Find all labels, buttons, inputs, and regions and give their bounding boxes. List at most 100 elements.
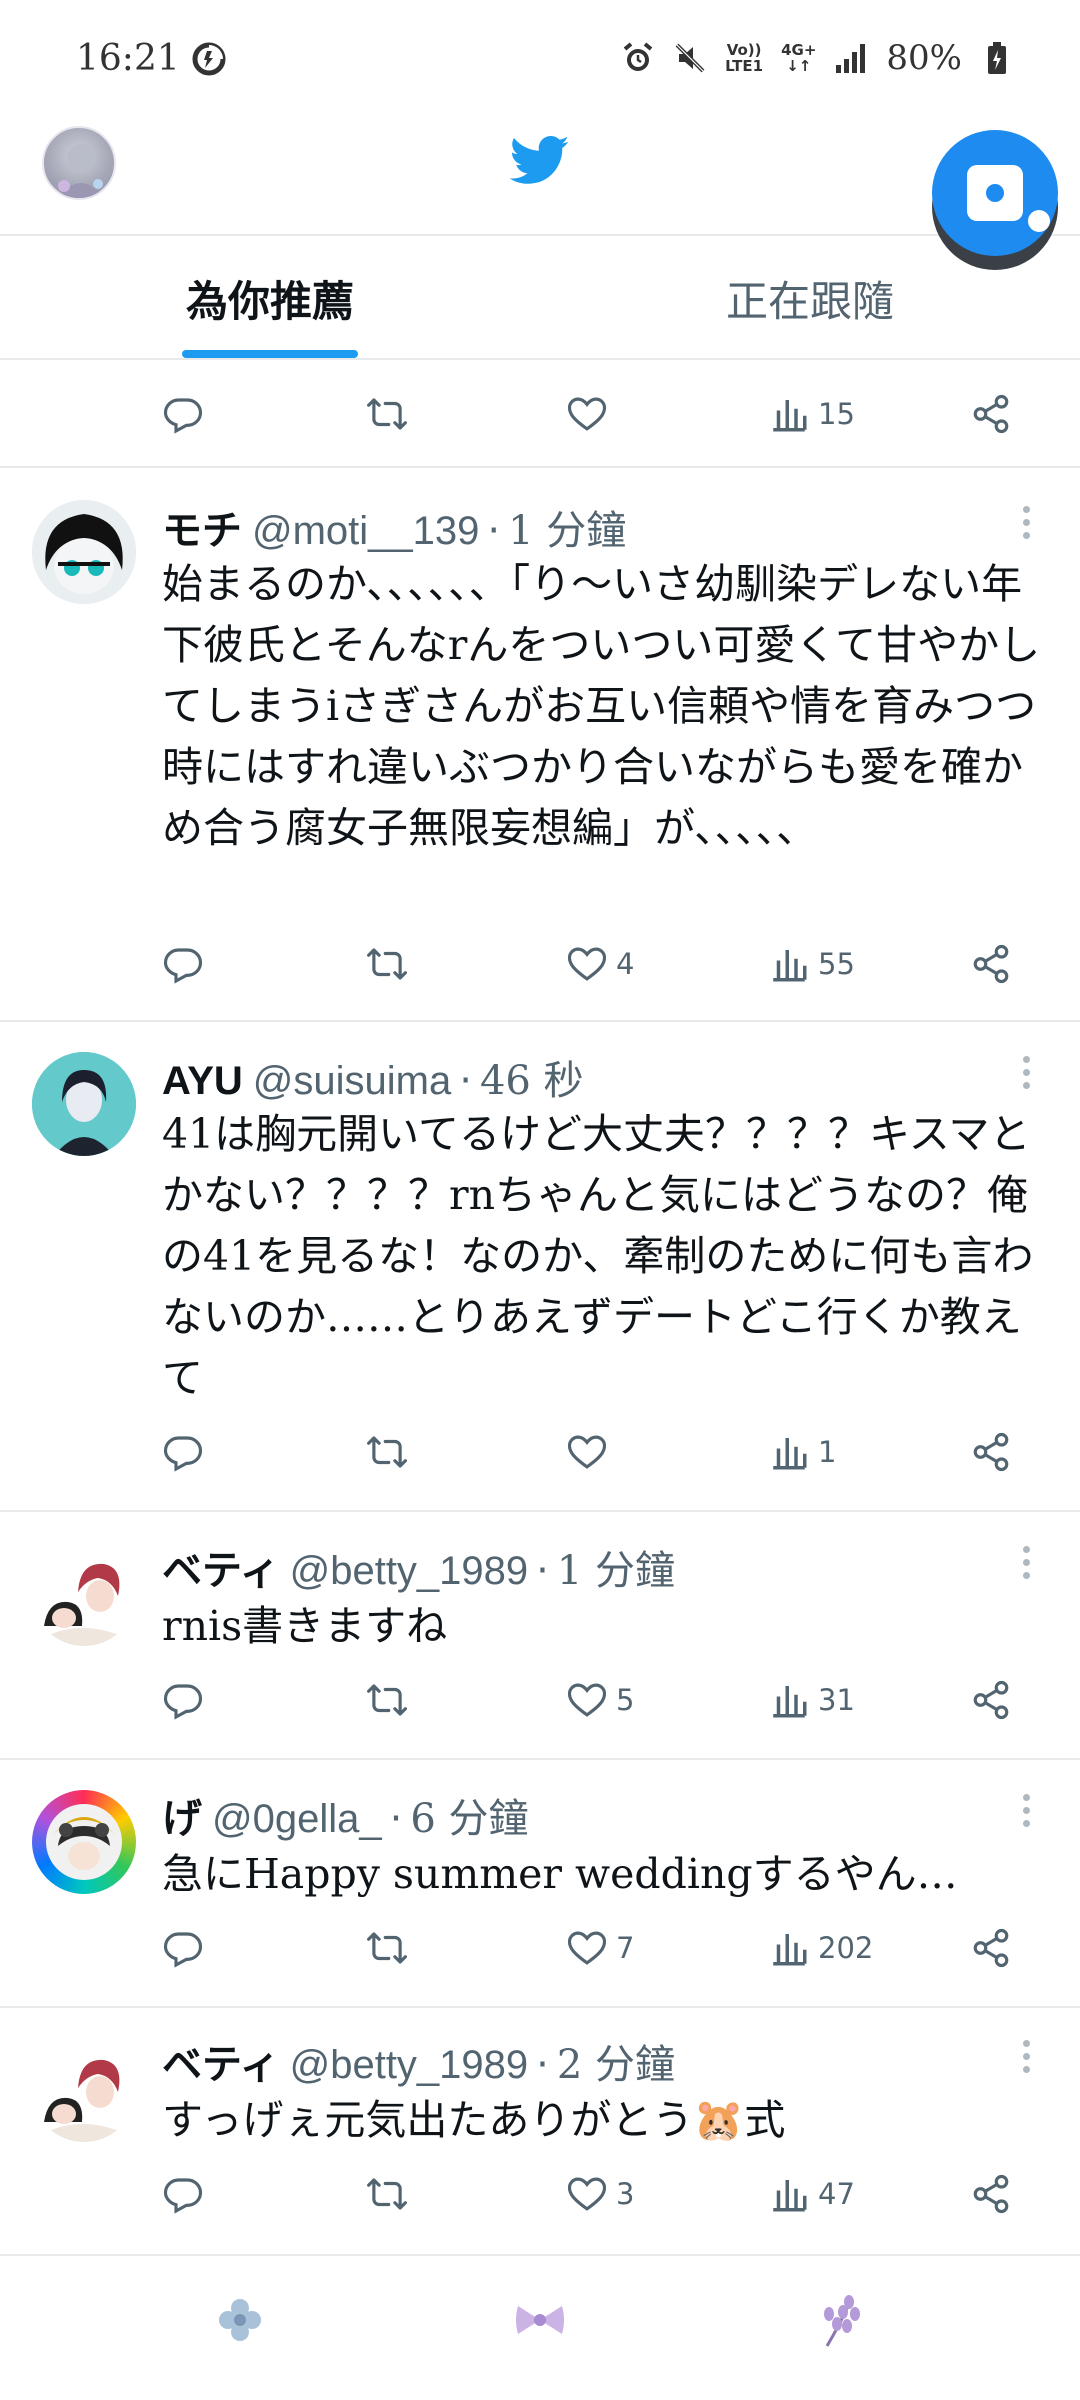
retweet-button[interactable] xyxy=(366,1918,408,1978)
retweet-button[interactable] xyxy=(366,384,408,444)
views-button[interactable]: 15 xyxy=(768,384,855,444)
retweet-icon xyxy=(367,1684,407,1716)
reply-button[interactable] xyxy=(162,1918,204,1978)
tweet-time[interactable]: 46 秒 xyxy=(480,1048,584,1106)
like-count: 5 xyxy=(616,1683,635,1717)
share-icon xyxy=(973,1680,1009,1720)
tweet-time[interactable]: 1 分鐘 xyxy=(508,498,626,556)
like-button[interactable]: 4 xyxy=(566,934,634,994)
avatar[interactable] xyxy=(32,500,136,604)
tweet-actions: 5 31 xyxy=(160,1670,1020,1730)
author-name[interactable]: AYU xyxy=(162,1059,243,1104)
author-handle[interactable]: @betty_1989 xyxy=(290,2043,529,2088)
like-button[interactable]: 7 xyxy=(566,1918,634,1978)
more-options-icon[interactable] xyxy=(1020,2040,1032,2073)
author-name[interactable]: ベティ xyxy=(162,2032,280,2090)
battery-icon xyxy=(980,41,1014,75)
network-top: Vo)) xyxy=(726,41,762,59)
tweet[interactable]: AYU @suisuima · 46 秒 41は胸元開いてるけど大丈夫？？？？キ… xyxy=(0,1022,1080,1510)
author-handle[interactable]: @betty_1989 xyxy=(290,1549,529,1594)
home-flower-icon[interactable] xyxy=(210,2290,270,2350)
author-name[interactable]: モチ xyxy=(162,498,242,556)
reply-button[interactable] xyxy=(162,384,204,444)
data-arrows-icon: ↓↑ xyxy=(786,57,812,75)
views-button[interactable]: 55 xyxy=(768,934,855,994)
reply-icon xyxy=(163,948,203,984)
views-button[interactable]: 1 xyxy=(768,1422,836,1482)
views-button[interactable]: 202 xyxy=(768,1918,873,1978)
profile-avatar[interactable] xyxy=(42,126,116,200)
views-icon xyxy=(773,1686,807,1718)
author-name[interactable]: ベティ xyxy=(162,1538,280,1596)
retweet-button[interactable] xyxy=(366,1670,408,1730)
views-count: 15 xyxy=(818,397,855,431)
share-button[interactable] xyxy=(970,1670,1012,1730)
mobile-data-label: 4G+ xyxy=(781,41,817,59)
reply-button[interactable] xyxy=(162,1670,204,1730)
avatar[interactable] xyxy=(32,1542,136,1646)
retweet-button[interactable] xyxy=(366,2164,408,2224)
search-ribbon-icon[interactable] xyxy=(510,2290,570,2350)
author-handle[interactable]: @suisuima xyxy=(253,1059,451,1104)
avatar[interactable] xyxy=(32,1790,136,1894)
share-icon xyxy=(973,2174,1009,2214)
signal-icon xyxy=(834,41,868,75)
retweet-icon xyxy=(367,2178,407,2210)
share-button[interactable] xyxy=(970,934,1012,994)
views-button[interactable]: 31 xyxy=(768,1670,855,1730)
share-button[interactable] xyxy=(970,2164,1012,2224)
tab-for-you[interactable]: 為你推薦 xyxy=(120,236,420,360)
more-options-icon[interactable] xyxy=(1020,1546,1032,1579)
top-app-bar xyxy=(0,120,1080,234)
tweet[interactable]: ベティ @betty_1989 · 1 分鐘 rnis書きますね 5 31 xyxy=(0,1512,1080,1758)
tab-following[interactable]: 正在跟隨 xyxy=(660,236,960,360)
tweet-time[interactable]: 6 分鐘 xyxy=(410,1786,528,1844)
tweet[interactable]: ベティ @betty_1989 · 2 分鐘 すっげぇ元気出たありがとう🐹式 3… xyxy=(0,2008,1080,2254)
avatar[interactable] xyxy=(32,2038,136,2142)
like-count: 7 xyxy=(616,1931,635,1965)
views-count: 1 xyxy=(818,1435,837,1469)
like-button[interactable]: 5 xyxy=(566,1670,634,1730)
more-options-icon[interactable] xyxy=(1020,506,1032,539)
tweet-time[interactable]: 2 分鐘 xyxy=(557,2032,675,2090)
author-name[interactable]: げ xyxy=(162,1786,202,1844)
camera-icon xyxy=(967,165,1023,221)
like-button[interactable]: 3 xyxy=(566,2164,634,2224)
views-count: 202 xyxy=(818,1931,874,1965)
data-saver-icon xyxy=(192,42,226,76)
tweet-time[interactable]: 1 分鐘 xyxy=(557,1538,675,1596)
mute-icon xyxy=(673,41,707,75)
views-count: 55 xyxy=(818,947,855,981)
timeline-tabs: 為你推薦 正在跟隨 xyxy=(0,236,1080,360)
tweet-actions: 3 47 xyxy=(160,2164,1020,2224)
author-handle[interactable]: @moti__139 xyxy=(252,509,479,554)
retweet-button[interactable] xyxy=(366,934,408,994)
share-button[interactable] xyxy=(970,1918,1012,1978)
reply-button[interactable] xyxy=(162,1422,204,1482)
share-button[interactable] xyxy=(970,1422,1012,1482)
twitter-bird-icon[interactable] xyxy=(509,130,570,190)
retweet-button[interactable] xyxy=(366,1422,408,1482)
retweet-icon xyxy=(367,1932,407,1964)
views-button[interactable]: 47 xyxy=(768,2164,855,2224)
reply-button[interactable] xyxy=(162,2164,204,2224)
notifications-lavender-icon[interactable] xyxy=(810,2290,870,2350)
like-count: 4 xyxy=(616,947,635,981)
tabs-divider xyxy=(0,358,1080,360)
more-options-icon[interactable] xyxy=(1020,1794,1032,1827)
share-icon xyxy=(973,1928,1009,1968)
tweet[interactable]: げ @0gella_ · 6 分鐘 急にHappy summer wedding… xyxy=(0,1760,1080,2006)
reply-button[interactable] xyxy=(162,934,204,994)
avatar[interactable] xyxy=(32,1052,136,1156)
views-icon xyxy=(773,1934,807,1966)
retweet-icon xyxy=(367,948,407,980)
author-handle[interactable]: @0gella_ xyxy=(212,1797,382,1842)
like-button[interactable] xyxy=(566,384,608,444)
tweet[interactable]: モチ @moti__139 · 1 分鐘 始まるのか、、、、、、「り〜いさ幼馴染… xyxy=(0,468,1080,1020)
share-button[interactable] xyxy=(970,384,1012,444)
more-options-icon[interactable] xyxy=(1020,1056,1032,1089)
alarm-icon xyxy=(621,41,655,75)
views-count: 47 xyxy=(818,2177,855,2211)
reply-icon xyxy=(163,398,203,434)
like-button[interactable] xyxy=(566,1422,616,1482)
